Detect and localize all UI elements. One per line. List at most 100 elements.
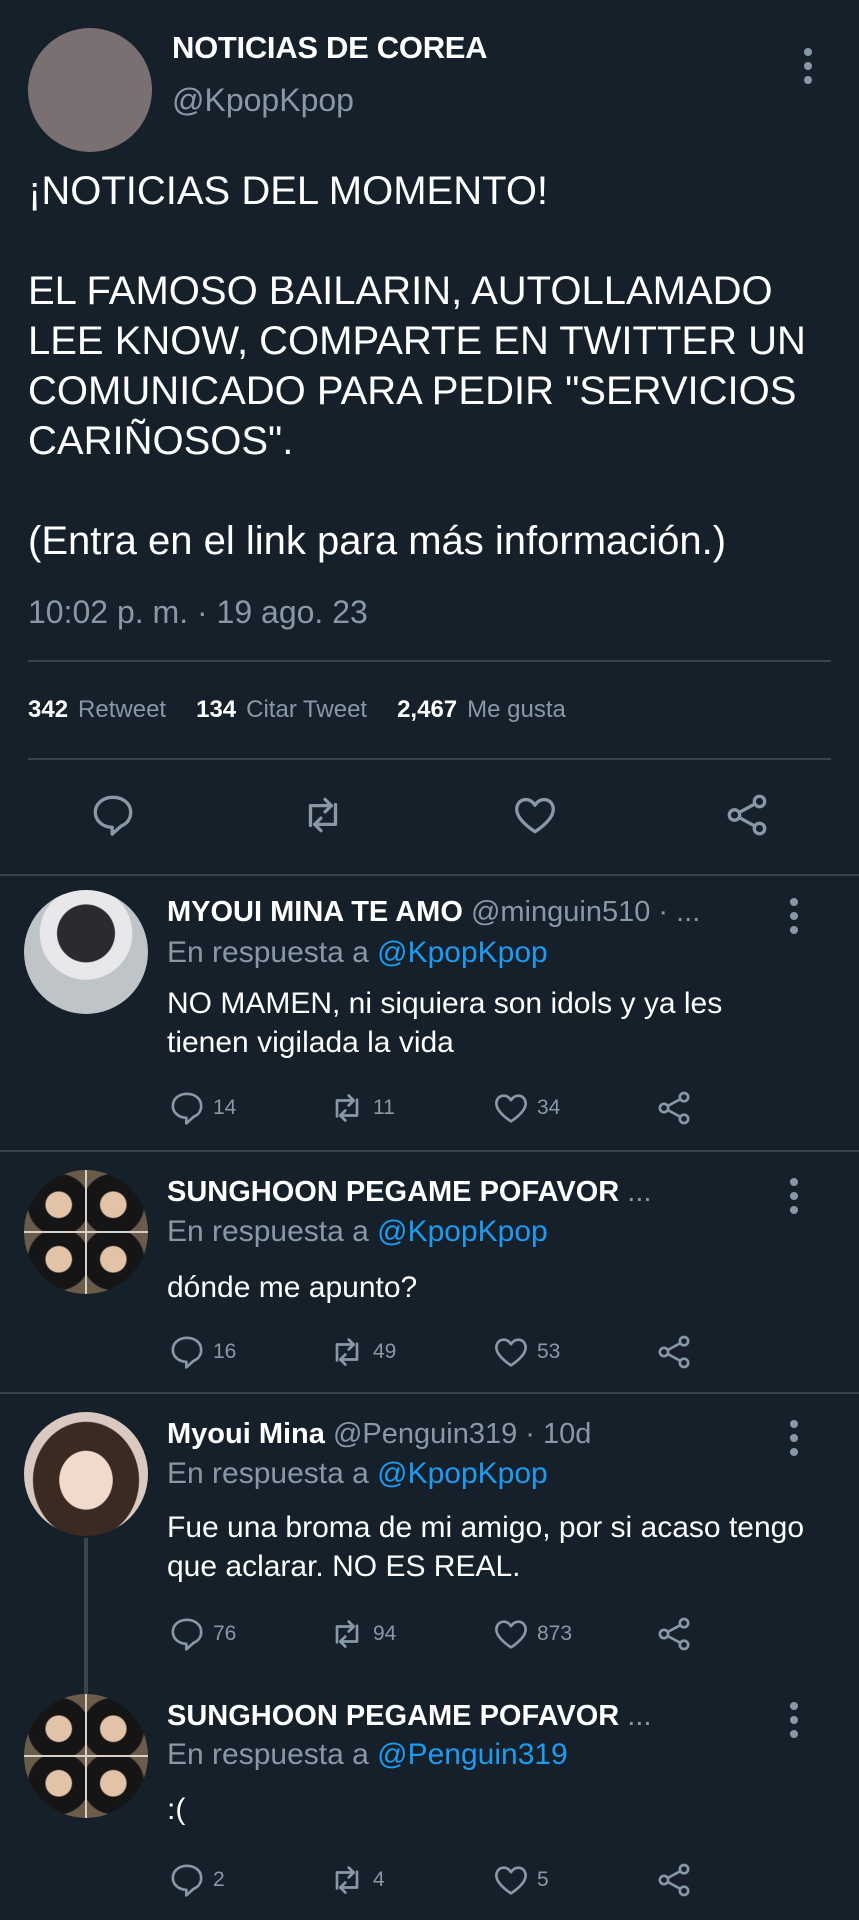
quotes-count[interactable]: 134 bbox=[196, 696, 236, 723]
reply-retweet[interactable]: 49 bbox=[327, 1332, 396, 1372]
reply-text: :( bbox=[167, 1793, 186, 1826]
reply-like[interactable]: 53 bbox=[491, 1332, 560, 1372]
heart-icon bbox=[495, 1620, 527, 1649]
reply-tweet[interactable]: SUNGHOON PEGAME POFAVOR ... En respuesta… bbox=[0, 1694, 859, 1920]
reply-actions: 14 11 34 bbox=[167, 1088, 690, 1128]
reply-context: En respuesta a @Penguin319 bbox=[167, 1738, 568, 1772]
reply-prefix: En respuesta a bbox=[167, 936, 369, 969]
heart-icon bbox=[495, 1338, 527, 1367]
reply-author[interactable]: Myoui Mina @Penguin319 · 10d bbox=[167, 1418, 591, 1451]
retweet-count: 49 bbox=[373, 1340, 397, 1363]
retweets-label[interactable]: Retweet bbox=[78, 696, 166, 723]
tweet-text: ¡NOTICIAS DEL MOMENTO! EL FAMOSO BAILARI… bbox=[28, 169, 806, 563]
share-icon[interactable] bbox=[654, 1614, 694, 1654]
reply-to-link[interactable]: @KpopKpop bbox=[377, 1215, 548, 1248]
likes-count[interactable]: 2,467 bbox=[397, 696, 457, 723]
reply-author-meta: ... bbox=[627, 1700, 652, 1732]
reply-actions: 2 4 5 bbox=[167, 1860, 690, 1900]
retweets-count[interactable]: 342 bbox=[28, 696, 68, 723]
reply-comment[interactable]: 76 bbox=[167, 1614, 236, 1654]
reply-author[interactable]: SUNGHOON PEGAME POFAVOR ... bbox=[167, 1700, 651, 1733]
reply-tweet[interactable]: SUNGHOON PEGAME POFAVOR ... En respuesta… bbox=[0, 1152, 859, 1392]
reply-author-name: SUNGHOON PEGAME POFAVOR bbox=[167, 1700, 620, 1732]
like-count: 53 bbox=[537, 1340, 561, 1363]
reply-like[interactable]: 5 bbox=[491, 1860, 549, 1900]
quotes-label[interactable]: Citar Tweet bbox=[246, 696, 367, 723]
retweet-icon bbox=[335, 1338, 359, 1366]
avatar[interactable] bbox=[24, 1412, 148, 1536]
reply-author-name: Myoui Mina bbox=[167, 1418, 325, 1450]
reply-author[interactable]: MYOUI MINA TE AMO @minguin510 · ... bbox=[167, 896, 700, 929]
reply-author-meta: ... bbox=[627, 1176, 652, 1208]
heart-icon bbox=[495, 1866, 527, 1895]
reply-text: dónde me apunto? bbox=[167, 1271, 418, 1304]
share-icon[interactable] bbox=[654, 1088, 694, 1128]
reply-prefix: En respuesta a bbox=[167, 1738, 369, 1771]
avatar[interactable] bbox=[24, 890, 148, 1014]
retweet-count: 94 bbox=[373, 1622, 397, 1645]
comment-icon bbox=[171, 1864, 203, 1897]
main-tweet: NOTICIAS DE COREA @KpopKpop ¡NOTICIAS DE… bbox=[0, 0, 859, 875]
comment-icon bbox=[171, 1336, 203, 1369]
heart-icon[interactable] bbox=[510, 790, 560, 840]
avatar[interactable] bbox=[24, 1170, 148, 1294]
reply-tweet[interactable]: Myoui Mina @Penguin319 · 10d En respuest… bbox=[0, 1394, 859, 1694]
comment-count: 2 bbox=[213, 1868, 225, 1891]
reply-retweet[interactable]: 11 bbox=[327, 1088, 395, 1128]
comment-count: 76 bbox=[213, 1622, 237, 1645]
divider bbox=[28, 758, 831, 760]
reply-actions: 16 49 53 bbox=[167, 1332, 690, 1372]
reply-to-link[interactable]: @Penguin319 bbox=[377, 1738, 568, 1771]
reply-to-link[interactable]: @KpopKpop bbox=[377, 936, 548, 969]
like-count: 34 bbox=[537, 1096, 561, 1119]
reply-to-link[interactable]: @KpopKpop bbox=[377, 1457, 548, 1490]
tweet-stats: 342 Retweet 134 Citar Tweet 2,467 Me gusta bbox=[28, 696, 596, 724]
reply-comment[interactable]: 16 bbox=[167, 1332, 236, 1372]
retweet-count: 11 bbox=[373, 1096, 395, 1119]
reply-retweet[interactable]: 4 bbox=[327, 1860, 385, 1900]
reply-author[interactable]: SUNGHOON PEGAME POFAVOR ... bbox=[167, 1176, 651, 1209]
avatar[interactable] bbox=[24, 1694, 148, 1818]
reply-text: NO MAMEN, ni siquiera son idols y ya les… bbox=[167, 987, 731, 1059]
retweet-icon bbox=[335, 1094, 359, 1122]
author-handle[interactable]: @KpopKpop bbox=[172, 82, 354, 119]
share-icon[interactable] bbox=[654, 1860, 694, 1900]
comment-icon[interactable] bbox=[88, 790, 138, 840]
reply-text: Fue una broma de mi amigo, por si acaso … bbox=[167, 1511, 813, 1583]
retweet-icon bbox=[335, 1620, 359, 1648]
more-options-icon[interactable] bbox=[788, 1420, 800, 1456]
like-count: 873 bbox=[537, 1622, 573, 1645]
reply-context: En respuesta a @KpopKpop bbox=[167, 936, 548, 970]
reply-prefix: En respuesta a bbox=[167, 1215, 369, 1248]
heart-icon bbox=[495, 1094, 527, 1123]
divider bbox=[28, 660, 831, 662]
comment-icon bbox=[171, 1092, 203, 1125]
comment-icon bbox=[171, 1618, 203, 1651]
retweet-icon bbox=[335, 1866, 359, 1894]
reply-like[interactable]: 34 bbox=[491, 1088, 560, 1128]
reply-author-name: MYOUI MINA TE AMO bbox=[167, 896, 463, 928]
reply-author-meta: @minguin510 · ... bbox=[470, 896, 701, 928]
share-icon[interactable] bbox=[654, 1332, 694, 1372]
more-options-icon[interactable] bbox=[788, 1178, 800, 1214]
retweet-count: 4 bbox=[373, 1868, 385, 1891]
reply-prefix: En respuesta a bbox=[167, 1457, 369, 1490]
author-name[interactable]: NOTICIAS DE COREA bbox=[172, 30, 488, 66]
more-options-icon[interactable] bbox=[788, 898, 800, 934]
reply-author-meta: @Penguin319 · 10d bbox=[332, 1418, 592, 1450]
share-icon[interactable] bbox=[722, 790, 772, 840]
author-avatar[interactable] bbox=[28, 28, 152, 152]
reply-author-name: SUNGHOON PEGAME POFAVOR bbox=[167, 1176, 620, 1208]
reply-comment[interactable]: 2 bbox=[167, 1860, 225, 1900]
reply-tweet[interactable]: MYOUI MINA TE AMO @minguin510 · ... En r… bbox=[0, 876, 859, 1150]
comment-count: 14 bbox=[213, 1096, 237, 1119]
more-options-icon[interactable] bbox=[802, 48, 814, 84]
reply-actions: 76 94 873 bbox=[167, 1614, 690, 1654]
reply-like[interactable]: 873 bbox=[491, 1614, 572, 1654]
reply-retweet[interactable]: 94 bbox=[327, 1614, 396, 1654]
tweet-timestamp[interactable]: 10:02 p. m. · 19 ago. 23 bbox=[28, 594, 368, 631]
more-options-icon[interactable] bbox=[788, 1702, 800, 1738]
likes-label[interactable]: Me gusta bbox=[467, 696, 566, 723]
retweet-icon[interactable] bbox=[298, 790, 348, 840]
reply-comment[interactable]: 14 bbox=[167, 1088, 236, 1128]
